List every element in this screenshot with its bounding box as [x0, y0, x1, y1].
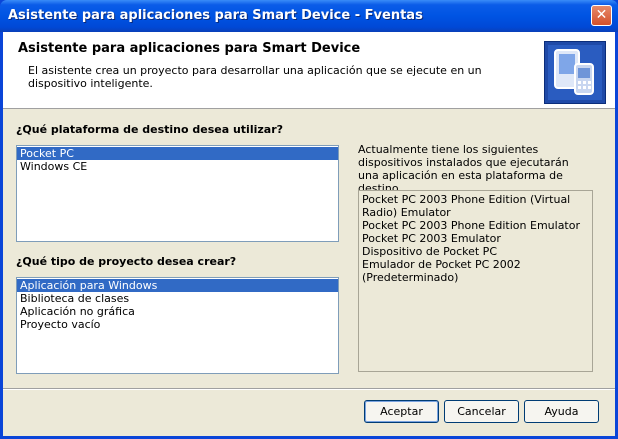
platform-label: ¿Qué plataforma de destino desea utiliza…: [16, 123, 284, 136]
project-item-windows-app[interactable]: Aplicación para Windows: [17, 279, 338, 292]
device-item: Pocket PC 2003 Phone Edition Emulator: [362, 219, 581, 232]
dialog-client: Asistente para aplicaciones para Smart D…: [3, 32, 615, 436]
device-item: Pocket PC 2003 Phone Edition (Virtual Ra…: [362, 193, 571, 219]
devices-info-text: Actualmente tiene los siguientes disposi…: [358, 143, 569, 195]
device-item: Pocket PC 2003 Emulator: [362, 232, 501, 245]
project-type-listbox[interactable]: Aplicación para Windows Biblioteca de cl…: [16, 277, 339, 374]
platform-item-pocket-pc[interactable]: Pocket PC: [17, 147, 338, 160]
window-title: Asistente para aplicaciones para Smart D…: [8, 8, 423, 23]
platform-item-windows-ce[interactable]: Windows CE: [17, 160, 338, 173]
help-button[interactable]: Ayuda: [524, 400, 599, 423]
cancel-button[interactable]: Cancelar: [444, 400, 519, 423]
project-type-label: ¿Qué tipo de proyecto desea crear?: [16, 255, 237, 268]
devices-list: Pocket PC 2003 Phone Edition (Virtual Ra…: [358, 190, 593, 372]
wizard-window: Asistente para aplicaciones para Smart D…: [0, 0, 618, 439]
wizard-header: Asistente para aplicaciones para Smart D…: [3, 32, 615, 109]
close-icon[interactable]: ✕: [591, 5, 612, 26]
project-item-non-graphical[interactable]: Aplicación no gráfica: [17, 305, 338, 318]
platform-listbox[interactable]: Pocket PC Windows CE: [16, 145, 339, 242]
header-description: El asistente crea un proyecto para desar…: [28, 64, 482, 90]
device-item: Dispositivo de Pocket PC: [362, 245, 497, 258]
ok-button[interactable]: Aceptar: [364, 400, 439, 423]
header-title: Asistente para aplicaciones para Smart D…: [18, 41, 361, 56]
project-item-class-library[interactable]: Biblioteca de clases: [17, 292, 338, 305]
smart-device-icon: [544, 41, 606, 104]
project-item-empty[interactable]: Proyecto vacío: [17, 318, 338, 331]
footer-separator: [3, 388, 615, 390]
device-item: Emulador de Pocket PC 2002 (Predetermina…: [362, 258, 521, 284]
title-bar[interactable]: Asistente para aplicaciones para Smart D…: [0, 0, 618, 32]
